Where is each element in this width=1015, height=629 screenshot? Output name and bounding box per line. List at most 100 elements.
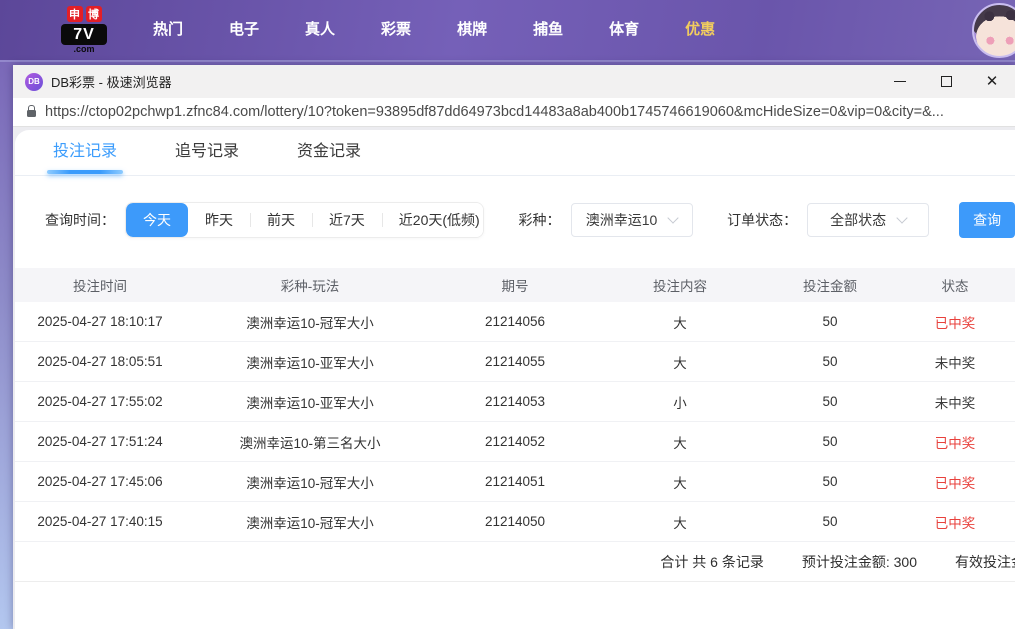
user-avatar[interactable] <box>972 3 1015 58</box>
nav-item-lottery[interactable]: 彩票 <box>366 0 426 61</box>
cell-game: 澳洲幸运10-第三名大小 <box>239 435 381 451</box>
time-option-today[interactable]: 今天 <box>126 203 188 237</box>
cell-time: 2025-04-27 17:55:02 <box>37 394 163 409</box>
summary-expected: 预计投注金额: 300 <box>801 553 917 570</box>
cell-game: 澳洲幸运10-冠军大小 <box>246 475 374 491</box>
site-nav: 热门 电子 真人 彩票 棋牌 捕鱼 体育 优惠 <box>130 0 738 61</box>
cell-time: 2025-04-27 17:51:24 <box>37 434 163 449</box>
cell-game: 澳洲幸运10-冠军大小 <box>246 515 374 531</box>
query-button[interactable]: 查询 <box>959 202 1015 238</box>
cell-time: 2025-04-27 17:40:15 <box>37 514 163 529</box>
cell-amount: 50 <box>822 474 838 489</box>
cell-amount: 50 <box>822 394 838 409</box>
cell-issue: 21214056 <box>484 314 546 329</box>
cell-time: 2025-04-27 17:45:06 <box>37 474 163 489</box>
nav-item-promo[interactable]: 优惠 <box>670 0 730 61</box>
col-header-content: 投注内容 <box>653 279 707 294</box>
active-tab-underline <box>47 169 124 174</box>
status-badge: 已中奖 <box>934 435 976 451</box>
logo-badge-2: 博 <box>85 6 102 22</box>
logo-text: 7V <box>61 24 107 45</box>
nav-item-slots[interactable]: 电子 <box>214 0 274 61</box>
col-header-time: 投注时间 <box>73 279 127 294</box>
cell-time: 2025-04-27 18:05:51 <box>37 354 163 369</box>
order-status-select[interactable]: 全部状态 <box>807 203 930 237</box>
tab-chase-records[interactable]: 追号记录 <box>175 130 239 176</box>
site-logo[interactable]: 申 博 7V .com <box>56 6 112 54</box>
status-badge: 已中奖 <box>934 515 976 531</box>
tab-bet-records[interactable]: 投注记录 <box>47 130 124 176</box>
time-option-20days[interactable]: 近20天(低频) <box>381 203 483 237</box>
table-row: 2025-04-27 17:45:06 澳洲幸运10-冠军大小 21214051… <box>15 462 1015 502</box>
cell-amount: 50 <box>822 314 838 329</box>
screen: 申 博 7V .com 热门 电子 真人 彩票 棋牌 捕鱼 体育 优惠 DB D… <box>0 0 1015 629</box>
tab-label: 追号记录 <box>175 142 240 160</box>
col-header-issue: 期号 <box>501 279 529 294</box>
url-text[interactable]: https://ctop02pchwp1.zfnc84.com/lottery/… <box>45 104 944 120</box>
tab-label: 资金记录 <box>297 142 362 160</box>
filter-row: 查询时间： 今天 昨天 前天 近7天 近20天(低频) 彩种： 澳洲幸运10 订… <box>45 202 1015 238</box>
page-content: 投注记录 追号记录 资金记录 查询时间： 今天 昨天 前天 近7天 近20天(低… <box>13 127 1015 629</box>
lottery-filter-label: 彩种： <box>518 212 561 228</box>
lottery-select-value: 澳洲幸运10 <box>585 212 658 228</box>
cell-game: 澳洲幸运10-亚军大小 <box>246 395 374 411</box>
cell-issue: 21214050 <box>484 514 546 529</box>
cell-content: 大 <box>673 435 687 451</box>
site-topbar: 申 博 7V .com 热门 电子 真人 彩票 棋牌 捕鱼 体育 优惠 <box>0 0 1015 62</box>
bet-records-table: 投注时间 彩种-玩法 期号 投注内容 投注金额 状态 2025-04-27 18… <box>15 268 1015 582</box>
tab-fund-records[interactable]: 资金记录 <box>297 130 361 176</box>
chevron-down-icon <box>896 212 908 224</box>
cell-content: 大 <box>673 515 687 531</box>
browser-favicon-icon: DB <box>25 72 43 91</box>
summary-total: 合计 共 6 条记录 <box>660 553 764 570</box>
col-header-amount: 投注金额 <box>803 279 857 294</box>
minimize-button[interactable] <box>877 65 923 98</box>
cell-amount: 50 <box>822 434 838 449</box>
time-filter-label: 查询时间： <box>45 212 115 228</box>
table-row: 2025-04-27 18:10:17 澳洲幸运10-冠军大小 21214056… <box>15 302 1015 342</box>
logo-badges: 申 博 <box>66 6 102 22</box>
table-row: 2025-04-27 17:40:15 澳洲幸运10-冠军大小 21214050… <box>15 502 1015 542</box>
nav-item-cards[interactable]: 棋牌 <box>442 0 502 61</box>
cell-amount: 50 <box>822 514 838 529</box>
records-tabbar: 投注记录 追号记录 资金记录 <box>15 130 1015 176</box>
url-bar[interactable]: https://ctop02pchwp1.zfnc84.com/lottery/… <box>13 98 1015 127</box>
close-button[interactable]: ✕ <box>969 65 1015 98</box>
col-header-game: 彩种-玩法 <box>280 279 340 294</box>
nav-item-hot[interactable]: 热门 <box>138 0 198 61</box>
cell-issue: 21214055 <box>484 354 546 369</box>
lottery-select[interactable]: 澳洲幸运10 <box>570 203 693 237</box>
minimize-icon <box>894 80 906 83</box>
status-filter-label: 订单状态： <box>727 212 798 228</box>
nav-item-live[interactable]: 真人 <box>290 0 350 61</box>
cell-content: 大 <box>673 475 687 491</box>
time-option-yesterday[interactable]: 昨天 <box>188 203 250 237</box>
window-controls: ✕ <box>877 65 1015 98</box>
lock-icon <box>27 105 36 117</box>
cell-issue: 21214053 <box>484 394 546 409</box>
records-card: 投注记录 追号记录 资金记录 查询时间： 今天 昨天 前天 近7天 近20天(低… <box>15 130 1015 629</box>
cell-game: 澳洲幸运10-冠军大小 <box>246 315 374 331</box>
nav-item-sports[interactable]: 体育 <box>594 0 654 61</box>
tab-label: 投注记录 <box>53 142 118 160</box>
cell-issue: 21214051 <box>484 474 546 489</box>
nav-item-fishing[interactable]: 捕鱼 <box>518 0 578 61</box>
table-summary-row: 合计 共 6 条记录 预计投注金额: 300 有效投注金额 <box>15 542 1015 582</box>
time-option-7days[interactable]: 近7天 <box>312 203 382 237</box>
table-row: 2025-04-27 17:51:24 澳洲幸运10-第三名大小 2121405… <box>15 422 1015 462</box>
table-row: 2025-04-27 18:05:51 澳洲幸运10-亚军大小 21214055… <box>15 342 1015 382</box>
col-header-status: 状态 <box>941 279 969 294</box>
cell-game: 澳洲幸运10-亚军大小 <box>246 355 374 371</box>
summary-valid-amount: 有效投注金额 <box>955 553 1015 570</box>
time-range-group: 今天 昨天 前天 近7天 近20天(低频) <box>125 202 484 238</box>
status-badge: 已中奖 <box>934 315 976 331</box>
time-option-daybefore[interactable]: 前天 <box>250 203 312 237</box>
status-badge: 未中奖 <box>934 395 976 411</box>
chevron-down-icon <box>667 212 679 224</box>
table-header-row: 投注时间 彩种-玩法 期号 投注内容 投注金额 状态 <box>15 268 1015 302</box>
logo-badge-1: 申 <box>66 6 83 22</box>
window-titlebar[interactable]: DB DB彩票 - 极速浏览器 ✕ <box>13 65 1015 98</box>
cell-issue: 21214052 <box>484 434 546 449</box>
maximize-button[interactable] <box>923 65 969 98</box>
table-row: 2025-04-27 17:55:02 澳洲幸运10-亚军大小 21214053… <box>15 382 1015 422</box>
